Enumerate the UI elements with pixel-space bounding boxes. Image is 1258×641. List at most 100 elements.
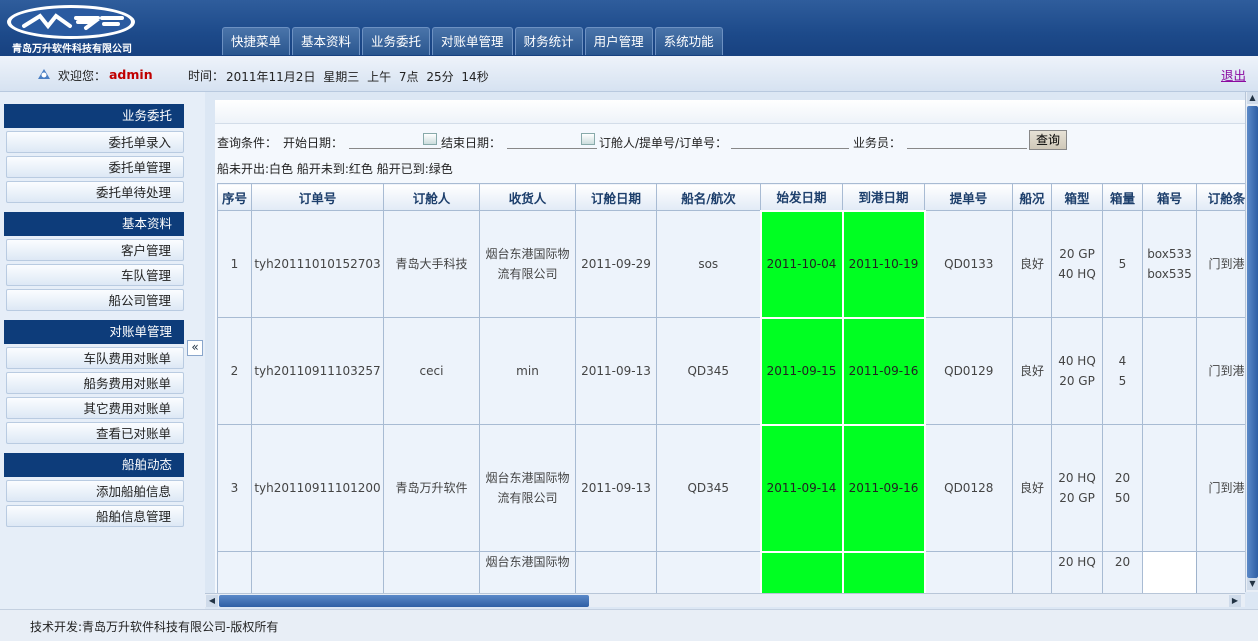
main-nav: 快捷菜单 基本资料 业务委托 对账单管理 财务统计 用户管理 系统功能 [222,27,725,56]
column-header[interactable]: 提单号 [924,183,1013,211]
column-header[interactable]: 订舱人 [383,183,480,211]
cell-text: 20 GP 40 HQ [1058,247,1096,281]
cell-booker: 青岛大手科技 [383,210,480,318]
column-header[interactable]: 序号 [217,183,252,211]
cell-text: tyh20111010152703 [254,257,381,271]
cell-text: 2011-09-13 [581,364,651,378]
cell-vessel [656,551,761,594]
cell-text: 门到港 [1208,364,1245,378]
nav-tab[interactable]: 业务委托 [362,27,431,55]
cell-text: tyh20110911101200 [254,481,381,495]
scroll-left-icon[interactable]: ◀ [206,595,218,607]
nav-tab[interactable]: 对账单管理 [432,27,513,55]
scroll-up-icon[interactable]: ▲ [1247,92,1258,104]
sidebar-item[interactable]: 委托单录入 [6,131,184,153]
column-header[interactable]: 订舱条 [1196,183,1245,211]
sidebar-item[interactable]: 船舶信息管理 [6,505,184,527]
column-header[interactable]: 箱号 [1142,183,1197,211]
menu-group-title[interactable]: 基本资料 [4,212,184,236]
cell-text: 2011-10-04 [766,257,837,271]
nav-tab[interactable]: 用户管理 [584,27,653,55]
table-row[interactable]: 3 tyh20110911101200 青岛万升软件 烟台东港国际物流有限公司 2011… [217,423,1245,553]
cell-qty: 20 [1102,551,1143,594]
nav-tab[interactable]: 系统功能 [654,27,723,55]
column-header[interactable]: 订舱日期 [575,183,657,211]
cell-qty: 4 5 [1102,317,1143,425]
table-row[interactable]: 1 tyh20111010152703 青岛大手科技 烟台东港国际物流有限公司 2011… [217,209,1245,319]
sidebar-item[interactable]: 客户管理 [6,239,184,261]
menu-group-title[interactable]: 业务委托 [4,104,184,128]
sidebar-item[interactable]: 船务费用对账单 [6,372,184,394]
horizontal-scroll-thumb[interactable] [219,595,589,607]
calendar-icon[interactable] [581,133,595,145]
cell-qty: 20 50 [1102,424,1143,552]
cell-text: 门到港 [1208,257,1245,271]
menu-group-title[interactable]: 船舶动态 [4,453,184,477]
calendar-icon[interactable] [423,133,437,145]
cell-no: 2 [217,317,252,425]
sidebar-item[interactable]: 委托单待处理 [6,181,184,203]
cell-term: 门到港 [1196,317,1245,425]
nav-tab[interactable]: 财务统计 [514,27,583,55]
cell-text: 良好 [1019,257,1044,271]
main-frame: 查询条件： 开始日期： 结束日期： 订舱人/提单号/订单号： 业务员： 查询 船… [205,92,1258,609]
cell-box: box533 box535 [1142,210,1197,318]
cell-text: 2011-09-16 [848,364,919,378]
cell-term: 门到港 [1196,210,1245,318]
column-header[interactable]: 收货人 [479,183,576,211]
table-row[interactable]: 2 tyh20110911103257 ceci min 2011-09-13 QD345… [217,316,1245,426]
collapse-sidebar-button[interactable]: « [187,340,203,356]
logout-link[interactable]: 退出 [1221,65,1246,84]
nav-tab[interactable]: 快捷菜单 [222,27,291,55]
current-user: admin [109,67,153,82]
horizontal-scrollbar[interactable]: ◀ ▶ [205,593,1245,607]
cell-no: 3 [217,424,252,552]
sidebar-item[interactable]: 船公司管理 [6,289,184,311]
order-search-input[interactable] [731,133,849,149]
query-button[interactable]: 查询 [1029,130,1068,150]
cell-text: 2011-10-19 [848,257,919,271]
sidebar-item[interactable]: 添加船舶信息 [6,480,184,502]
vertical-scrollbar[interactable]: ▲ ▼ [1245,92,1258,592]
cell-text: 良好 [1019,364,1044,378]
cell-text: 2011-09-15 [766,364,837,378]
column-header[interactable]: 船况 [1012,183,1052,211]
cell-text: 5 [1118,257,1127,271]
header: 青岛万升软件科技有限公司 快捷菜单 基本资料 业务委托 对账单管理 财务统计 用户管理 系统… [0,0,1258,56]
column-header[interactable]: 箱型 [1051,183,1103,211]
cell-bl: QD0133 [924,210,1013,318]
cell-text: 2 [230,364,239,378]
cell-vessel: QD345 [656,317,761,425]
scroll-right-icon[interactable]: ▶ [1229,595,1241,607]
column-header[interactable]: 船名/航次 [656,183,761,211]
cell-text: 烟台东港国际物 [485,555,570,569]
column-header[interactable]: 订单号 [251,183,384,211]
salesman-input[interactable] [907,133,1027,149]
sidebar-item[interactable]: 车队费用对账单 [6,347,184,369]
column-header[interactable]: 到港日期 [842,183,925,211]
column-header[interactable]: 始发日期 [760,183,843,211]
welcome-label: 欢迎您： [58,69,107,83]
cell-qty: 5 [1102,210,1143,318]
cell-text: 2011-09-16 [848,481,919,495]
column-header[interactable]: 箱量 [1102,183,1143,211]
cell-bl: QD0129 [924,317,1013,425]
sidebar-item[interactable]: 其它费用对账单 [6,397,184,419]
table-row[interactable]: 烟台东港国际物 20 HQ 20 [217,550,1245,594]
cell-type: 40 HQ 20 GP [1051,317,1103,425]
sidebar-item[interactable]: 委托单管理 [6,156,184,178]
sidebar-item[interactable]: 车队管理 [6,264,184,286]
welcome-bar: 欢迎您： admin 时间： 2011年11月2日 星期三 上午 7点 25分 … [0,56,1258,92]
scroll-down-icon[interactable]: ▼ [1247,578,1258,590]
vertical-scroll-thumb[interactable] [1247,106,1258,578]
menu-group-title[interactable]: 对账单管理 [4,320,184,344]
status-legend: 船未开出:白色 船开未到:红色 船开已到:绿色 [217,162,453,176]
cell-text: 40 HQ 20 GP [1058,354,1096,388]
cell-vessel: QD345 [656,424,761,552]
cell-arrive: 2011-09-16 [841,423,926,553]
footer: 技术开发:青岛万升软件科技有限公司-版权所有 [0,609,1258,641]
cell-order: tyh20111010152703 [251,210,384,318]
nav-tab[interactable]: 基本资料 [292,27,361,55]
sidebar-item[interactable]: 查看已对账单 [6,422,184,444]
cell-text: 2011-09-13 [581,481,651,495]
